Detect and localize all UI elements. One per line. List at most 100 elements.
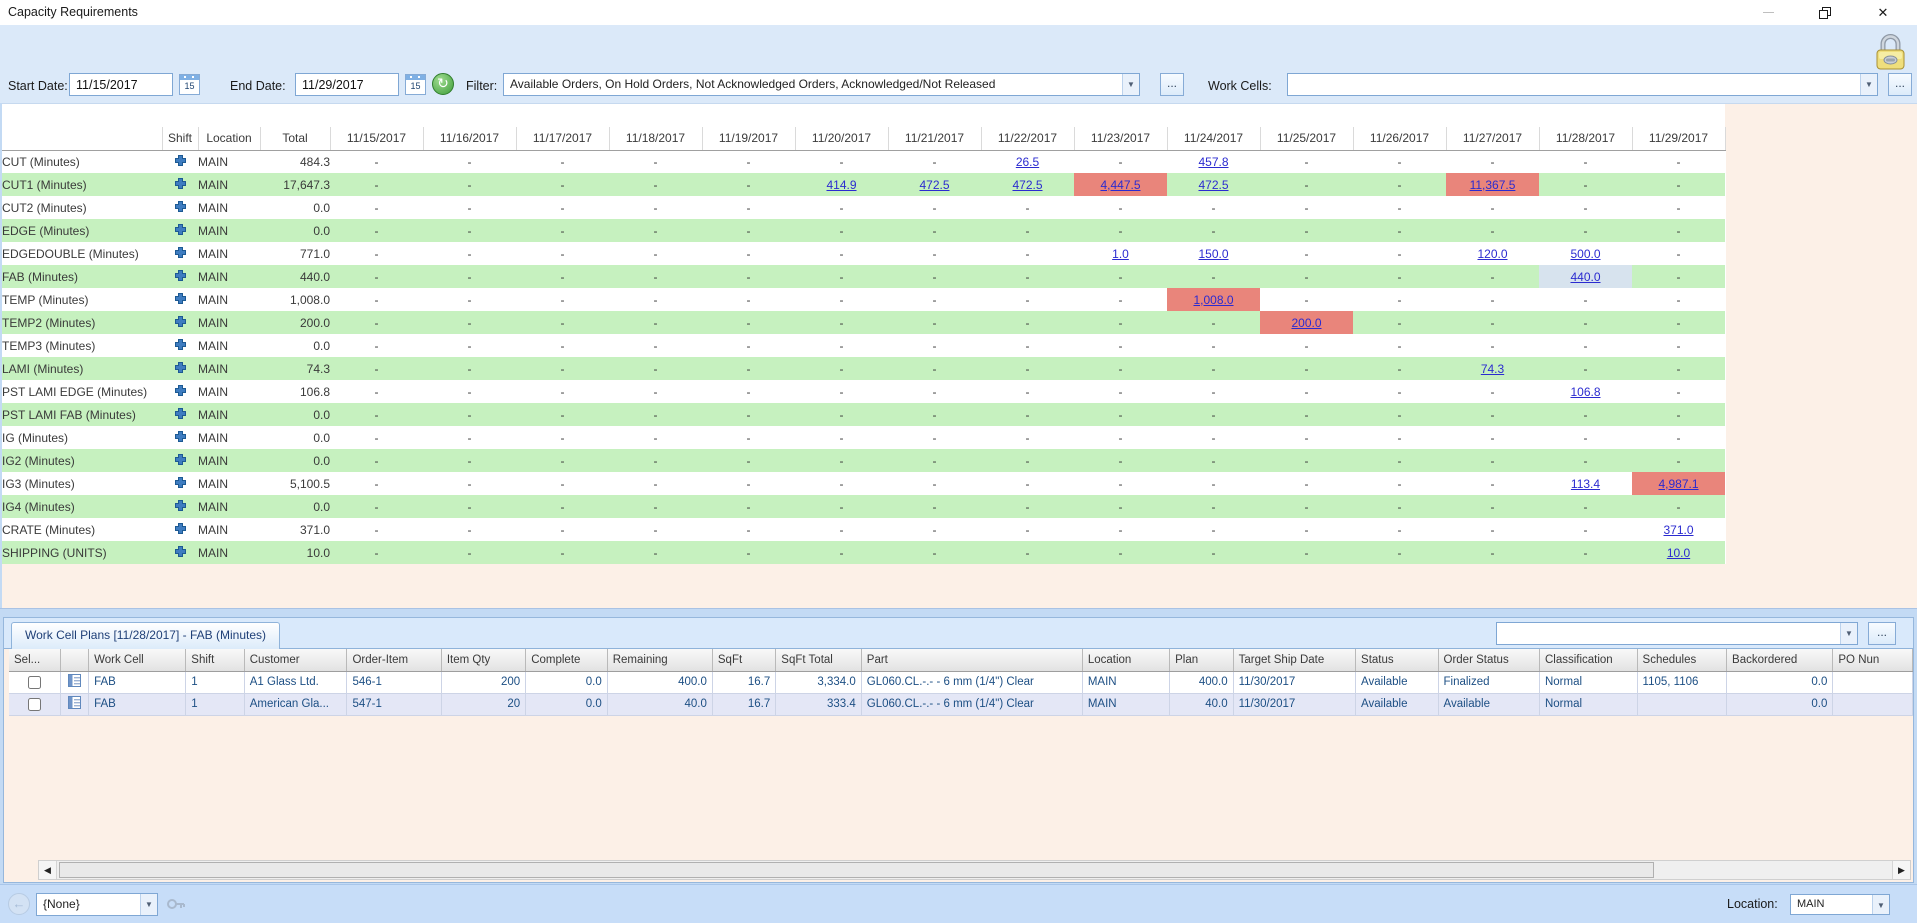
capacity-cell[interactable]: 200.0 <box>1260 311 1353 334</box>
capacity-value-link[interactable]: 500.0 <box>1570 247 1600 261</box>
capacity-value-link[interactable]: 472.5 <box>1198 178 1228 192</box>
capacity-column-header[interactable]: Location <box>198 127 260 150</box>
work-cell-name[interactable]: CRATE (Minutes) <box>2 518 162 541</box>
capacity-date-column-header[interactable]: 11/26/2017 <box>1353 127 1446 150</box>
expand-plus-icon[interactable] <box>174 430 187 446</box>
plans-column-header[interactable]: Order Status <box>1438 649 1539 671</box>
work-cell-name[interactable]: IG (Minutes) <box>2 426 162 449</box>
scroll-right-button[interactable]: ▶ <box>1892 861 1910 879</box>
capacity-cell[interactable]: 10.0 <box>1632 541 1725 564</box>
work-cell-name[interactable]: FAB (Minutes) <box>2 265 162 288</box>
plans-column-header[interactable]: Classification <box>1539 649 1637 671</box>
capacity-date-column-header[interactable]: 11/15/2017 <box>330 127 423 150</box>
chevron-down-icon[interactable]: ▼ <box>140 894 157 915</box>
expand-plus-icon[interactable] <box>174 154 187 170</box>
capacity-cell[interactable]: 150.0 <box>1167 242 1260 265</box>
work-cell-name[interactable]: TEMP2 (Minutes) <box>2 311 162 334</box>
restore-button[interactable] <box>1803 0 1847 25</box>
plans-column-header[interactable]: Complete <box>526 649 608 671</box>
expand-plus-icon[interactable] <box>174 200 187 216</box>
horizontal-scrollbar[interactable]: ◀ ▶ <box>38 860 1911 880</box>
panel-splitter[interactable] <box>0 608 1917 617</box>
expand-plus-icon[interactable] <box>174 338 187 354</box>
select-checkbox[interactable] <box>28 698 41 711</box>
capacity-cell[interactable]: 472.5 <box>888 173 981 196</box>
select-cell[interactable] <box>9 693 61 715</box>
work-cell-name[interactable]: IG3 (Minutes) <box>2 472 162 495</box>
expand-plus-icon[interactable] <box>174 246 187 262</box>
refresh-button[interactable]: ↻ <box>432 73 454 95</box>
end-date-input[interactable] <box>295 73 399 96</box>
capacity-value-link[interactable]: 200.0 <box>1291 316 1321 330</box>
capacity-cell[interactable]: 113.4 <box>1539 472 1632 495</box>
plans-column-header[interactable]: SqFt <box>712 649 775 671</box>
capacity-date-column-header[interactable]: 11/21/2017 <box>888 127 981 150</box>
plans-column-header[interactable]: Item Qty <box>441 649 525 671</box>
capacity-date-column-header[interactable]: 11/20/2017 <box>795 127 888 150</box>
capacity-cell[interactable]: 120.0 <box>1446 242 1539 265</box>
expand-plus-icon[interactable] <box>174 407 187 423</box>
capacity-column-header[interactable]: Total <box>260 127 330 150</box>
plan-detail-icon[interactable] <box>68 678 81 690</box>
select-cell[interactable] <box>9 671 61 693</box>
plans-column-header[interactable]: Part <box>861 649 1082 671</box>
capacity-value-link[interactable]: 10.0 <box>1667 546 1690 560</box>
expand-plus-icon[interactable] <box>174 177 187 193</box>
preset-combobox[interactable]: {None} ▼ <box>36 893 158 916</box>
plans-column-header[interactable]: Backordered <box>1727 649 1833 671</box>
capacity-date-column-header[interactable]: 11/24/2017 <box>1167 127 1260 150</box>
filter-ellipsis-button[interactable]: ... <box>1160 73 1184 96</box>
capacity-cell[interactable]: 457.8 <box>1167 150 1260 173</box>
capacity-value-link[interactable]: 150.0 <box>1198 247 1228 261</box>
capacity-value-link[interactable]: 457.8 <box>1198 155 1228 169</box>
chevron-down-icon[interactable]: ▼ <box>1872 895 1889 914</box>
plans-column-header[interactable]: Target Ship Date <box>1233 649 1355 671</box>
capacity-date-column-header[interactable]: 11/16/2017 <box>423 127 516 150</box>
plans-column-header[interactable]: Shift <box>186 649 244 671</box>
filter-combobox[interactable]: Available Orders, On Hold Orders, Not Ac… <box>503 73 1140 96</box>
plans-column-header[interactable]: Order-Item <box>347 649 441 671</box>
capacity-cell[interactable]: 106.8 <box>1539 380 1632 403</box>
close-button[interactable]: ✕ <box>1861 0 1905 25</box>
capacity-cell[interactable]: 74.3 <box>1446 357 1539 380</box>
detail-icon-cell[interactable] <box>61 693 89 715</box>
work-cell-name[interactable]: TEMP3 (Minutes) <box>2 334 162 357</box>
capacity-cell[interactable]: 440.0 <box>1539 265 1632 288</box>
location-combobox[interactable]: MAIN ▼ <box>1790 894 1890 915</box>
chevron-down-icon[interactable]: ▼ <box>1122 74 1139 95</box>
scroll-thumb[interactable] <box>59 862 1654 878</box>
capacity-date-column-header[interactable]: 11/23/2017 <box>1074 127 1167 150</box>
work-cell-name[interactable]: IG4 (Minutes) <box>2 495 162 518</box>
capacity-date-column-header[interactable]: 11/28/2017 <box>1539 127 1632 150</box>
capacity-value-link[interactable]: 472.5 <box>919 178 949 192</box>
expand-plus-icon[interactable] <box>174 384 187 400</box>
capacity-date-column-header[interactable]: 11/25/2017 <box>1260 127 1353 150</box>
detail-icon-cell[interactable] <box>61 671 89 693</box>
expand-plus-icon[interactable] <box>174 361 187 377</box>
plans-column-header[interactable]: Remaining <box>607 649 712 671</box>
expand-plus-icon[interactable] <box>174 476 187 492</box>
capacity-value-link[interactable]: 120.0 <box>1477 247 1507 261</box>
capacity-value-link[interactable]: 371.0 <box>1663 523 1693 537</box>
capacity-cell[interactable]: 472.5 <box>1167 173 1260 196</box>
plans-column-header[interactable]: Sel... <box>9 649 61 671</box>
capacity-value-link[interactable]: 113.4 <box>1571 477 1600 491</box>
expand-plus-icon[interactable] <box>174 315 187 331</box>
capacity-value-link[interactable]: 1.0 <box>1112 247 1129 261</box>
scroll-left-button[interactable]: ◀ <box>39 861 57 879</box>
capacity-column-header[interactable] <box>2 127 162 150</box>
expand-plus-icon[interactable] <box>174 545 187 561</box>
work-cell-name[interactable]: EDGEDOUBLE (Minutes) <box>2 242 162 265</box>
back-button[interactable]: ← <box>8 893 30 915</box>
plans-column-header[interactable]: Customer <box>244 649 347 671</box>
capacity-date-column-header[interactable]: 11/18/2017 <box>609 127 702 150</box>
work-cell-name[interactable]: TEMP (Minutes) <box>2 288 162 311</box>
capacity-value-link[interactable]: 4,447.5 <box>1100 178 1140 192</box>
work-cells-combobox[interactable]: ▼ <box>1287 73 1878 96</box>
select-checkbox[interactable] <box>28 676 41 689</box>
capacity-column-header[interactable]: Shift <box>162 127 198 150</box>
capacity-value-link[interactable]: 74.3 <box>1481 362 1504 376</box>
work-cell-name[interactable]: IG2 (Minutes) <box>2 449 162 472</box>
expand-plus-icon[interactable] <box>174 269 187 285</box>
chevron-down-icon[interactable]: ▼ <box>1840 623 1857 644</box>
